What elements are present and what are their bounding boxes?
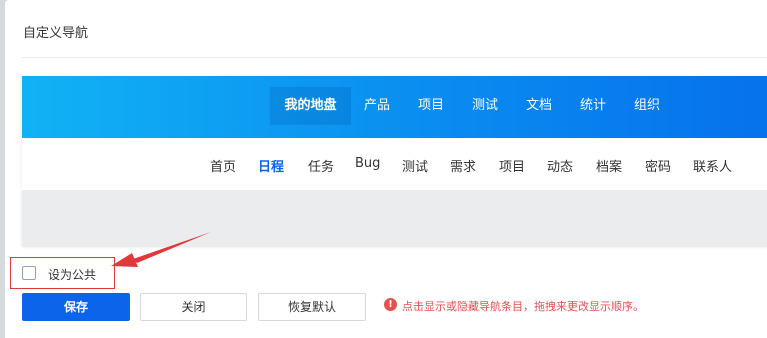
sub-nav-item-password[interactable]: 密码 (645, 156, 671, 175)
sub-nav-item-profile[interactable]: 档案 (596, 156, 622, 175)
top-nav-item-doc[interactable]: 文档 (521, 87, 557, 125)
top-nav-item-test[interactable]: 测试 (467, 87, 503, 125)
top-nav-item-product[interactable]: 产品 (359, 87, 395, 125)
close-button[interactable]: 关闭 (140, 293, 247, 321)
custom-nav-dialog: 自定义导航 我的地盘 产品 项目 测试 文档 统计 组织 首页 日程 任务 Bu… (5, 0, 767, 338)
sub-nav-item-task[interactable]: 任务 (308, 156, 334, 175)
top-nav-item-org[interactable]: 组织 (629, 87, 665, 125)
sub-nav-item-bug[interactable]: Bug (355, 156, 380, 171)
hint-text: 点击显示或隐藏导航条目，拖拽来更改显示顺序。 (402, 300, 644, 313)
sub-nav-bar: 首页 日程 任务 Bug 测试 需求 项目 动态 档案 密码 联系人 (22, 138, 767, 190)
save-button[interactable]: 保存 (22, 293, 130, 321)
restore-default-button[interactable]: 恢复默认 (258, 293, 366, 321)
sub-nav-item-calendar[interactable]: 日程 (258, 156, 284, 175)
sub-nav-item-story[interactable]: 需求 (450, 156, 476, 175)
sub-nav-item-project[interactable]: 项目 (499, 156, 525, 175)
set-public-label[interactable]: 设为公共 (48, 266, 96, 283)
preview-content-area (22, 190, 767, 246)
sub-nav-item-contacts[interactable]: 联系人 (693, 156, 732, 175)
exclamation-circle-icon: ! (384, 298, 397, 311)
sub-nav-item-home[interactable]: 首页 (210, 156, 236, 175)
sub-nav-item-dynamic[interactable]: 动态 (547, 156, 573, 175)
set-public-checkbox[interactable] (22, 266, 36, 280)
top-nav-bar: 我的地盘 产品 项目 测试 文档 统计 组织 (22, 76, 767, 138)
sub-nav-item-test[interactable]: 测试 (402, 156, 428, 175)
title-divider (22, 57, 767, 58)
top-nav-item-project[interactable]: 项目 (413, 87, 449, 125)
nav-preview: 我的地盘 产品 项目 测试 文档 统计 组织 首页 日程 任务 Bug 测试 需… (22, 76, 767, 246)
top-nav-item-my-dashboard[interactable]: 我的地盘 (270, 87, 351, 125)
top-nav-item-stats[interactable]: 统计 (575, 87, 611, 125)
dialog-title: 自定义导航 (23, 26, 89, 41)
